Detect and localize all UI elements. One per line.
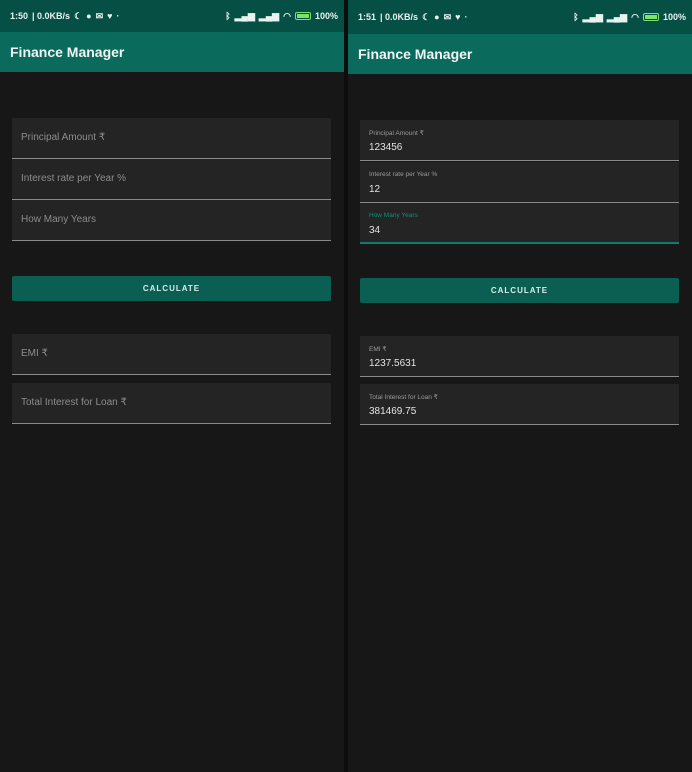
years-field[interactable]: How Many Years 34 bbox=[360, 203, 679, 244]
wifi-icon: ◠ bbox=[283, 10, 291, 21]
years-value: 34 bbox=[369, 225, 381, 236]
signal-icon: ▂▄▆ bbox=[582, 11, 603, 22]
app-title: Finance Manager bbox=[358, 46, 473, 62]
app-bar: Finance Manager bbox=[0, 32, 344, 72]
moon-icon: ☾ bbox=[422, 11, 431, 22]
battery-percent: 100% bbox=[314, 11, 338, 21]
interest-rate-label: Interest rate per Year % bbox=[369, 171, 438, 178]
total-interest-label: Total Interest for Loan ₹ bbox=[369, 394, 438, 401]
bluetooth-icon: ᛒ bbox=[573, 11, 579, 22]
emi-placeholder: EMI ₹ bbox=[21, 348, 48, 359]
status-time: 1:50 bbox=[10, 11, 29, 21]
principal-amount-placeholder: Principal Amount ₹ bbox=[21, 132, 106, 143]
bluetooth-icon: ᛒ bbox=[225, 10, 231, 21]
mail-icon: ✉ bbox=[443, 11, 452, 22]
battery-percent: 100% bbox=[662, 12, 686, 22]
calculate-button[interactable]: CALCULATE bbox=[360, 278, 679, 303]
status-network-speed: | 0.0KB/s bbox=[32, 11, 71, 21]
heart-icon: ♥ bbox=[455, 11, 461, 22]
screen-filled-state: 1:51 | 0.0KB/s ☾ ● ✉ ♥ · ᛒ ▂▄▆ ▂▄▆ ◠ 100… bbox=[348, 0, 692, 772]
signal-volte-icon: ▂▄▆ bbox=[258, 10, 280, 21]
interest-rate-value: 12 bbox=[369, 184, 381, 195]
status-time: 1:51 bbox=[358, 12, 377, 22]
emi-field[interactable]: EMI ₹ 1237.5631 bbox=[360, 336, 679, 377]
status-network-speed: | 0.0KB/s bbox=[380, 12, 419, 22]
heart-icon: ♥ bbox=[107, 10, 113, 21]
principal-amount-field[interactable]: Principal Amount ₹ 123456 bbox=[360, 120, 679, 161]
emi-field[interactable]: EMI ₹ bbox=[12, 334, 331, 375]
mail-icon: ✉ bbox=[95, 10, 104, 21]
signal-volte-icon: ▂▄▆ bbox=[606, 11, 628, 22]
app-notification-icon: ● bbox=[434, 11, 440, 22]
principal-amount-label: Principal Amount ₹ bbox=[369, 130, 424, 137]
interest-rate-placeholder: Interest rate per Year % bbox=[21, 173, 127, 184]
total-interest-placeholder: Total Interest for Loan ₹ bbox=[21, 397, 127, 408]
app-notification-icon: ● bbox=[86, 10, 92, 21]
status-bar: 1:51 | 0.0KB/s ☾ ● ✉ ♥ · ᛒ ▂▄▆ ▂▄▆ ◠ 100… bbox=[348, 0, 692, 34]
emi-value: 1237.5631 bbox=[369, 358, 417, 369]
calculate-button[interactable]: CALCULATE bbox=[12, 276, 331, 301]
years-placeholder: How Many Years bbox=[21, 214, 97, 225]
principal-amount-field[interactable]: Principal Amount ₹ bbox=[12, 118, 331, 159]
wifi-icon: ◠ bbox=[631, 11, 639, 22]
principal-amount-value: 123456 bbox=[369, 142, 403, 153]
status-bar: 1:50 | 0.0KB/s ☾ ● ✉ ♥ · ᛒ ▂▄▆ ▂▄▆ ◠ 100… bbox=[0, 0, 344, 32]
dot-icon: · bbox=[464, 11, 468, 22]
total-interest-field[interactable]: Total Interest for Loan ₹ 381469.75 bbox=[360, 384, 679, 425]
dot-icon: · bbox=[116, 10, 120, 21]
signal-icon: ▂▄▆ bbox=[234, 10, 255, 21]
battery-icon bbox=[294, 12, 311, 20]
interest-rate-field[interactable]: Interest rate per Year % 12 bbox=[360, 162, 679, 203]
battery-icon bbox=[642, 13, 659, 21]
app-title: Finance Manager bbox=[10, 44, 125, 60]
years-label: How Many Years bbox=[369, 212, 418, 219]
years-field[interactable]: How Many Years bbox=[12, 200, 331, 241]
screen-empty-state: 1:50 | 0.0KB/s ☾ ● ✉ ♥ · ᛒ ▂▄▆ ▂▄▆ ◠ 100… bbox=[0, 0, 344, 772]
emi-label: EMI ₹ bbox=[369, 346, 387, 353]
moon-icon: ☾ bbox=[74, 10, 83, 21]
app-bar: Finance Manager bbox=[348, 34, 692, 74]
total-interest-field[interactable]: Total Interest for Loan ₹ bbox=[12, 383, 331, 424]
total-interest-value: 381469.75 bbox=[369, 406, 417, 417]
interest-rate-field[interactable]: Interest rate per Year % bbox=[12, 159, 331, 200]
